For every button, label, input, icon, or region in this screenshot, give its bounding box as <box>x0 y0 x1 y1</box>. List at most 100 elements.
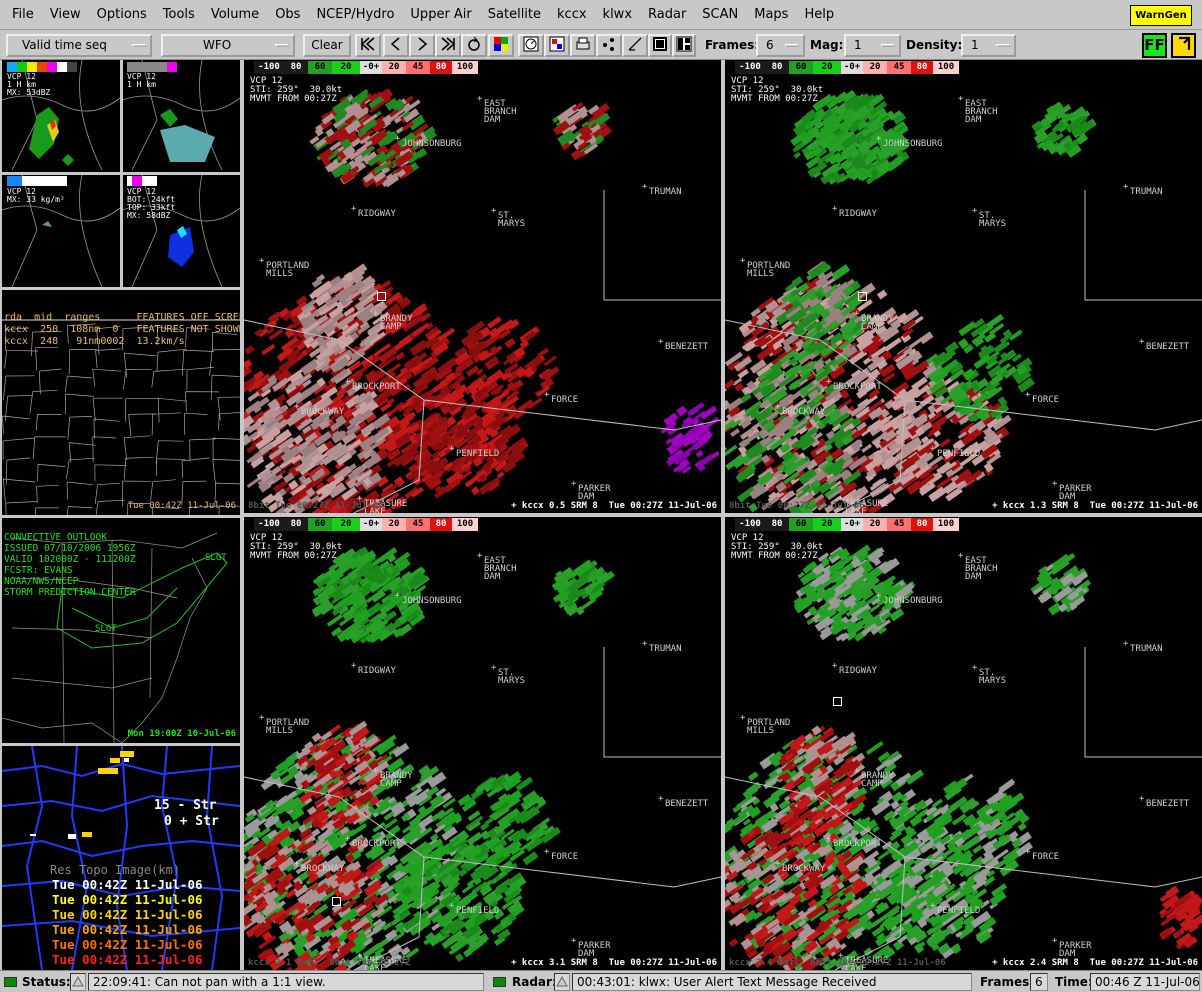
sample-button[interactable] <box>518 34 544 57</box>
menu-view[interactable]: View <box>42 0 89 30</box>
radar-footer: 8bit Tue 00:27Z 11-Jul-06 + kccx 1.3 SRM … <box>729 501 1198 511</box>
print-button[interactable] <box>570 34 596 57</box>
side-lightning-panel[interactable]: 15 - Str 0 + Str Res Topo Image(km) Tue … <box>2 746 240 970</box>
radar-footer-product: + kccx 3.1 SRM 8 Tue 00:27Z 11-Jul-06 <box>511 958 717 968</box>
side-convective-outlook-panel[interactable]: CONVECTIVE OUTLOOK ISSUED 07/10/2006 195… <box>2 518 240 743</box>
place-label: BRANDY CAMP <box>854 310 893 332</box>
radar-site-marker-icon <box>858 292 867 301</box>
mag-dropdown[interactable]: 1 <box>844 34 901 57</box>
lightning-time-label: Tue 00:42Z 11-Jul-06 <box>52 877 203 892</box>
status-history-button[interactable] <box>70 973 86 991</box>
menu-options[interactable]: Options <box>89 0 155 30</box>
thumb2-label: VCP 12 1 H km <box>127 72 156 89</box>
single-pane-button[interactable] <box>648 34 672 57</box>
radar-panel[interactable]: -100 80 60 20 -0+ 20 45 80 100 VCP 12 STI: 259° 3… <box>725 517 1202 970</box>
image-properties-button[interactable] <box>488 34 514 57</box>
density-dropdown[interactable]: 1 <box>961 34 1016 57</box>
velocity-color-bar: -100 80 60 20 -0+ 20 45 80 100 <box>254 61 478 74</box>
place-label: FORCE <box>544 848 578 862</box>
cursor-mode-button[interactable] <box>1171 33 1196 58</box>
first-frame-button[interactable] <box>355 34 381 57</box>
last-frame-icon <box>441 37 456 51</box>
color-bar-label: 100 <box>452 61 478 74</box>
place-label: EAST BRANCH DAM <box>477 95 516 125</box>
menu-obs[interactable]: Obs <box>267 0 308 30</box>
clear-button[interactable]: Clear <box>303 34 351 57</box>
menu-upper-air[interactable]: Upper Air <box>402 0 479 30</box>
radar-panel[interactable]: -100 80 60 20 -0+ 20 45 80 100 VCP 12 STI: 259° 3… <box>244 517 721 970</box>
menu-scan[interactable]: SCAN <box>694 0 746 30</box>
printer-icon <box>576 37 590 50</box>
place-label: FORCE <box>1025 391 1059 405</box>
loop-button[interactable] <box>461 34 487 57</box>
menu-file[interactable]: File <box>4 0 42 30</box>
color-bar-label: 20 <box>382 61 406 74</box>
radar-header-text: VCP 12 STI: 259° 30.0kt MVMT FROM 00:27Z <box>731 533 824 561</box>
menu-kccx[interactable]: kccx <box>549 0 595 30</box>
county-map-time: Tue 00:42Z 11-Jul-06 <box>127 501 236 511</box>
time-seq-value: Valid time seq <box>22 38 107 52</box>
place-label: PARKER DAM <box>1052 480 1091 502</box>
frames-value: 6 <box>766 38 774 52</box>
time-seq-dropdown[interactable]: Valid time seq <box>6 34 152 57</box>
ff-button[interactable]: FF <box>1142 33 1167 58</box>
time-status-value: 00:46 Z 11-Jul-06 <box>1090 973 1200 991</box>
place-label: PARKER DAM <box>571 480 610 502</box>
place-label: BROCKWAY <box>775 403 825 417</box>
color-bar-label: -100 <box>735 518 765 531</box>
color-bar-label: 20 <box>813 518 841 531</box>
step-back-button[interactable] <box>383 34 409 57</box>
radar-panel[interactable]: -100 80 60 20 -0+ 20 45 80 100 VCP 12 STI: 259° 3… <box>725 60 1202 513</box>
color-bar-label: 100 <box>933 61 959 74</box>
chevron-down-icon <box>785 44 799 47</box>
place-label: ST. MARYS <box>972 664 1006 686</box>
radar-led-icon <box>493 977 506 987</box>
menu-volume[interactable]: Volume <box>203 0 267 30</box>
menu-satellite[interactable]: Satellite <box>480 0 549 30</box>
scale-value: WFO <box>203 38 232 52</box>
radar-footer: kccx 2.4 Refl 8bit Tue 00:27Z 11-Jul-06 +… <box>729 958 1198 968</box>
place-label: PENFIELD <box>449 445 499 459</box>
place-label: JOHNSONBURG <box>395 135 462 149</box>
scale-dropdown[interactable]: WFO <box>161 34 295 57</box>
place-label: BRANDY CAMP <box>373 310 412 332</box>
menu-maps[interactable]: Maps <box>746 0 796 30</box>
place-label: PENFIELD <box>930 902 980 916</box>
last-frame-button[interactable] <box>435 34 461 57</box>
radar-panel[interactable]: -100 80 60 20 -0+ 20 45 80 100 VCP 12 STI: 259° 3… <box>244 60 721 513</box>
color-grid-icon <box>494 37 508 51</box>
radar-footer-product: + kccx 1.3 SRM 8 Tue 00:27Z 11-Jul-06 <box>992 501 1198 511</box>
menu-tools[interactable]: Tools <box>155 0 203 30</box>
menu-help[interactable]: Help <box>796 0 842 30</box>
side-county-map-panel[interactable]: rda mid ranges FEATURES OFF SCREEN kccx … <box>2 290 240 515</box>
lightning-time-label: Tue 00:42Z 11-Jul-06 <box>52 922 203 937</box>
side-thumbnail-grid[interactable]: VCP 12 1 H km MX: 53dBZ VCP 12 1 H km VC… <box>2 60 240 287</box>
image-combine-button[interactable] <box>544 34 570 57</box>
place-label: RIDGWAY <box>351 205 396 219</box>
status-led-icon <box>4 977 17 987</box>
thumb1-label: VCP 12 1 H km MX: 53dBZ <box>7 72 51 97</box>
place-label: EAST BRANCH DAM <box>958 95 997 125</box>
point-button[interactable] <box>596 34 622 57</box>
color-bar-label: 20 <box>813 61 841 74</box>
color-bar-label: 20 <box>863 518 887 531</box>
color-bar-label: 45 <box>406 518 430 531</box>
color-bar-label: -0+ <box>841 518 863 531</box>
menu-klwx[interactable]: klwx <box>595 0 640 30</box>
strike-plus-label: 15 - Str <box>154 798 217 813</box>
four-pane-button[interactable] <box>672 34 696 57</box>
thumb3-label: VCP 12 MX: 33 kg/m² <box>7 187 65 204</box>
place-label: TRUMAN <box>1123 183 1162 197</box>
step-forward-button[interactable] <box>409 34 435 57</box>
baseline-button[interactable] <box>622 34 648 57</box>
county-boundaries <box>2 323 240 515</box>
warngen-button[interactable]: WarnGen <box>1130 5 1192 26</box>
color-bar-label: 60 <box>308 518 332 531</box>
menu-ncep-hydro[interactable]: NCEP/Hydro <box>308 0 402 30</box>
radar-footer-product: + kccx 2.4 SRM 8 Tue 00:27Z 11-Jul-06 <box>992 958 1198 968</box>
frames-dropdown[interactable]: 6 <box>756 34 805 57</box>
radar-header-text: VCP 12 STI: 259° 30.0kt MVMT FROM 00:27Z <box>731 76 824 104</box>
radar-history-button[interactable] <box>554 973 570 991</box>
menu-radar[interactable]: Radar <box>640 0 694 30</box>
triangle-up-icon <box>72 975 84 987</box>
